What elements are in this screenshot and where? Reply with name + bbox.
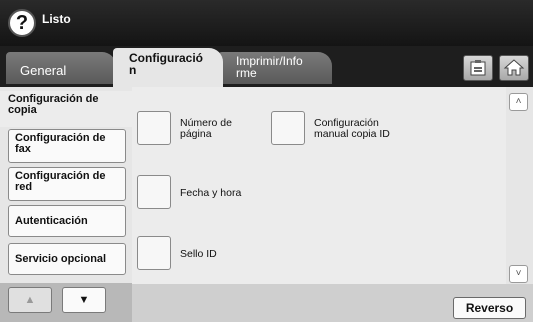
tab-general[interactable]: General	[6, 52, 116, 84]
sidebar-item-label: Configuración de copia	[8, 93, 99, 116]
chevron-down-icon: ˅	[515, 268, 522, 279]
reverso-button[interactable]: Reverso	[453, 297, 526, 319]
configuracion-manual-copia-id-button[interactable]	[271, 111, 305, 145]
sidebar-item-autenticacion[interactable]: Autenticación	[8, 205, 126, 237]
chevron-up-icon: ˄	[515, 96, 522, 107]
scroll-down-button[interactable]: ˅	[509, 265, 528, 283]
numero-de-pagina-button[interactable]	[137, 111, 171, 145]
fecha-y-hora-label: Fecha y hora	[180, 187, 242, 199]
sidebar-down-button[interactable]: ▼	[62, 287, 106, 313]
numero-de-pagina-label: Número de página	[180, 117, 232, 140]
bottom-bar: Reverso	[132, 284, 533, 322]
sidebar-item-label: Autenticación	[15, 215, 88, 227]
home-icon	[503, 59, 525, 76]
tab-configuracion-label: Configuració n	[129, 51, 203, 77]
sello-id-label: Sello ID	[180, 248, 217, 260]
sidebar-item-label: Configuración de red	[15, 170, 106, 193]
arrow-up-icon: ▲	[24, 294, 36, 306]
content-area: Configuración de copia Configuración de …	[0, 87, 533, 322]
sidebar: Configuración de copia Configuración de …	[0, 87, 132, 322]
sidebar-item-copia[interactable]: Configuración de copia	[0, 91, 132, 127]
tab-imprimir-informe[interactable]: Imprimir/Info rme	[218, 52, 332, 84]
tab-general-label: General	[20, 63, 67, 78]
sidebar-item-servicio-opcional[interactable]: Servicio opcional	[8, 243, 126, 275]
sidebar-item-red[interactable]: Configuración de red	[8, 167, 126, 201]
configuracion-manual-copia-id-label: Configuración manual copia ID	[314, 117, 390, 140]
home-button[interactable]	[499, 55, 529, 81]
sidebar-footer: ▲ ▼	[0, 283, 132, 322]
clipboard-icon	[470, 60, 486, 76]
status-bar: ? Listo	[0, 0, 533, 46]
tab-configuracion[interactable]: Configuració n	[113, 48, 223, 87]
screen: ? Listo General Configuració n Imprimir/…	[0, 0, 533, 322]
scrollbar[interactable]: ˄ ˅	[506, 87, 533, 284]
sidebar-item-label: Servicio opcional	[15, 253, 107, 265]
scroll-up-button[interactable]: ˄	[509, 93, 528, 111]
sidebar-item-label: Configuración de fax	[15, 132, 106, 155]
tab-imprimir-informe-label: Imprimir/Info rme	[236, 54, 303, 80]
options-panel: Número de página Configuración manual co…	[132, 87, 506, 284]
arrow-down-icon: ▼	[78, 294, 90, 306]
tab-bar: General Configuració n Imprimir/Info rme	[0, 46, 533, 87]
sidebar-up-button[interactable]: ▲	[8, 287, 52, 313]
fecha-y-hora-button[interactable]	[137, 175, 171, 209]
help-icon[interactable]: ?	[8, 9, 36, 37]
clipboard-button[interactable]	[463, 55, 493, 81]
status-text: Listo	[42, 12, 71, 26]
sidebar-item-fax[interactable]: Configuración de fax	[8, 129, 126, 163]
sello-id-button[interactable]	[137, 236, 171, 270]
